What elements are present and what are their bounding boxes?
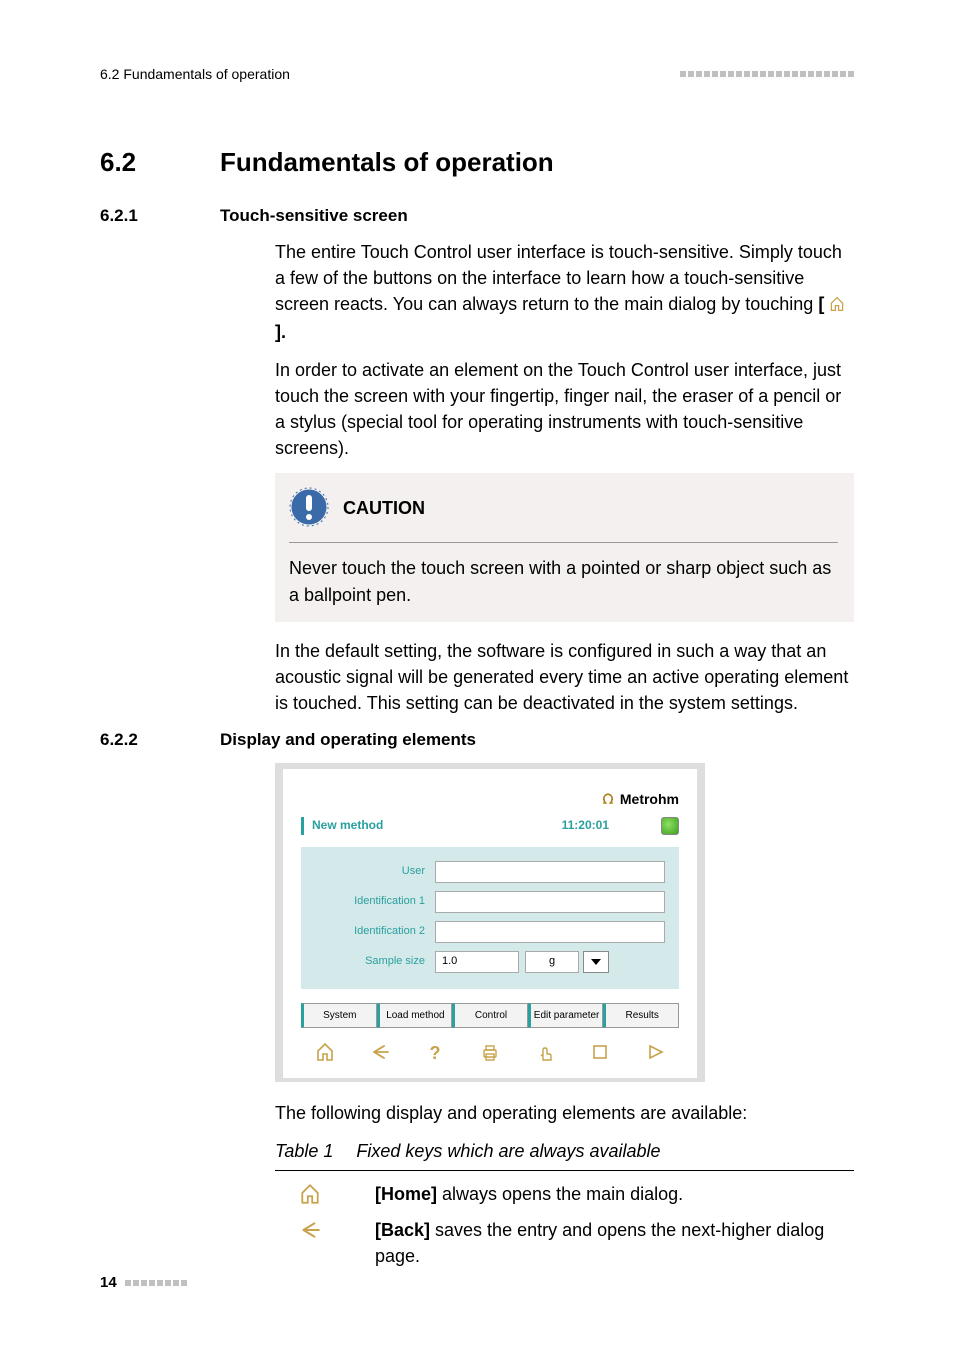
subsection-2-heading: 6.2.2 Display and operating elements	[100, 728, 854, 753]
home-icon	[829, 293, 845, 319]
page-footer: 14	[100, 1272, 187, 1294]
device-screenshot: Metrohm New method 11:20:01 User	[275, 763, 854, 1082]
subsection-1-heading: 6.2.1 Touch-sensitive screen	[100, 204, 854, 229]
brand-label: Metrohm	[620, 789, 679, 809]
fixed-key-stop-icon[interactable]	[588, 1040, 612, 1064]
subsection-1-title: Touch-sensitive screen	[220, 204, 408, 229]
fixed-keys-table: [Home] always opens the main dialog. [Ba…	[275, 1170, 854, 1269]
fixed-key-back-icon[interactable]	[368, 1040, 392, 1064]
sub1-paragraph-3: In the default setting, the software is …	[275, 638, 854, 716]
home-icon	[275, 1181, 345, 1207]
footer-dots-decoration	[125, 1280, 187, 1286]
tab-control[interactable]: Control	[452, 1003, 528, 1028]
sub2-intro: The following display and operating elem…	[275, 1100, 854, 1126]
key-name: [Back]	[375, 1220, 430, 1240]
key-desc: always opens the main dialog.	[437, 1184, 683, 1204]
tab-load-method[interactable]: Load method	[377, 1003, 453, 1028]
screen-title: New method	[312, 817, 383, 834]
table-row: [Back] saves the entry and opens the nex…	[275, 1217, 854, 1269]
subsection-2-title: Display and operating elements	[220, 728, 476, 753]
header-section-label: 6.2 Fundamentals of operation	[100, 64, 290, 84]
page-header: 6.2 Fundamentals of operation	[100, 64, 854, 84]
table-1-caption: Table 1 Fixed keys which are always avai…	[275, 1138, 854, 1164]
sample-unit-select[interactable]: g	[525, 951, 579, 973]
caution-text: Never touch the touch screen with a poin…	[289, 555, 838, 607]
sample-size-label: Sample size	[315, 954, 435, 970]
tab-results[interactable]: Results	[603, 1003, 679, 1028]
section-title: Fundamentals of operation	[220, 144, 554, 182]
tab-edit-parameter[interactable]: Edit parameter	[528, 1003, 604, 1028]
back-icon	[275, 1217, 345, 1269]
tab-system[interactable]: System	[301, 1003, 377, 1028]
fixed-key-start-icon[interactable]	[643, 1040, 667, 1064]
user-input[interactable]	[435, 861, 665, 883]
subsection-1-number: 6.2.1	[100, 204, 180, 229]
sub1-paragraph-1: The entire Touch Control user interface …	[275, 239, 854, 345]
omega-icon	[600, 791, 616, 807]
id2-input[interactable]	[435, 921, 665, 943]
fixed-key-help-icon[interactable]	[423, 1040, 447, 1064]
brand-row: Metrohm	[295, 789, 685, 809]
section-number: 6.2	[100, 144, 180, 182]
status-led-icon	[661, 817, 679, 835]
id1-label: Identification 1	[315, 894, 435, 910]
caution-box: CAUTION Never touch the touch screen wit…	[275, 473, 854, 621]
fixed-key-print-icon[interactable]	[478, 1040, 502, 1064]
caution-label: CAUTION	[343, 487, 425, 521]
sample-unit-dropdown-icon[interactable]	[583, 951, 609, 973]
fixed-key-home-icon[interactable]	[313, 1040, 337, 1064]
section-heading: 6.2 Fundamentals of operation	[100, 144, 854, 182]
sample-size-input[interactable]: 1.0	[435, 951, 519, 973]
table-row: [Home] always opens the main dialog.	[275, 1181, 854, 1207]
caution-icon	[289, 487, 329, 534]
sub1-paragraph-2: In order to activate an element on the T…	[275, 357, 854, 461]
page-number: 14	[100, 1272, 117, 1294]
key-name: [Home]	[375, 1184, 437, 1204]
screen-time: 11:20:01	[562, 817, 609, 834]
fixed-key-manual-icon[interactable]	[533, 1040, 557, 1064]
header-dots-decoration	[680, 71, 854, 77]
key-desc: saves the entry and opens the next-highe…	[375, 1220, 824, 1266]
user-label: User	[315, 864, 435, 880]
id2-label: Identification 2	[315, 924, 435, 940]
subsection-2-number: 6.2.2	[100, 728, 180, 753]
id1-input[interactable]	[435, 891, 665, 913]
